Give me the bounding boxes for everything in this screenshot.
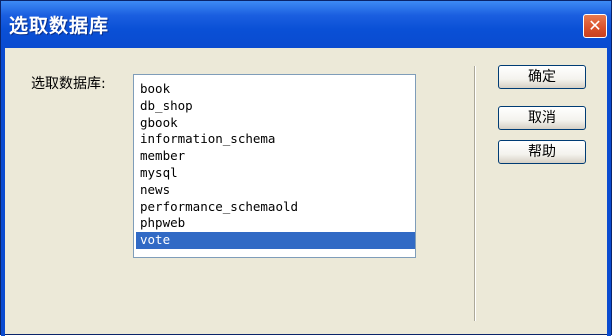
database-item-gbook[interactable]: gbook [136,115,415,132]
database-list-label: 选取数据库: [31,76,106,92]
database-item-vote[interactable]: vote [136,232,415,249]
database-item-phpweb[interactable]: phpweb [136,215,415,232]
title-bar[interactable]: 选取数据库 ✕ [1,1,611,48]
window-frame-right [607,48,611,336]
cancel-button[interactable]: 取消 [498,106,586,130]
close-button[interactable]: ✕ [583,14,607,38]
database-item-book[interactable]: book [136,81,415,98]
vertical-separator [474,66,476,321]
database-item-mysql[interactable]: mysql [136,165,415,182]
database-item-performance-schemaold[interactable]: performance_schemaold [136,199,415,216]
dialog-title: 选取数据库 [9,15,110,37]
database-item-information-schema[interactable]: information_schema [136,131,415,148]
close-icon: ✕ [588,16,602,35]
window-frame-left [1,48,5,336]
database-item-news[interactable]: news [136,182,415,199]
select-database-dialog: 选取数据库 ✕ 选取数据库: book db_shop gbook inform… [0,0,612,336]
help-button[interactable]: 帮助 [498,140,586,164]
database-listbox[interactable]: book db_shop gbook information_schema me… [133,74,416,258]
ok-button[interactable]: 确定 [498,65,586,89]
database-item-db-shop[interactable]: db_shop [136,98,415,115]
database-item-member[interactable]: member [136,148,415,165]
